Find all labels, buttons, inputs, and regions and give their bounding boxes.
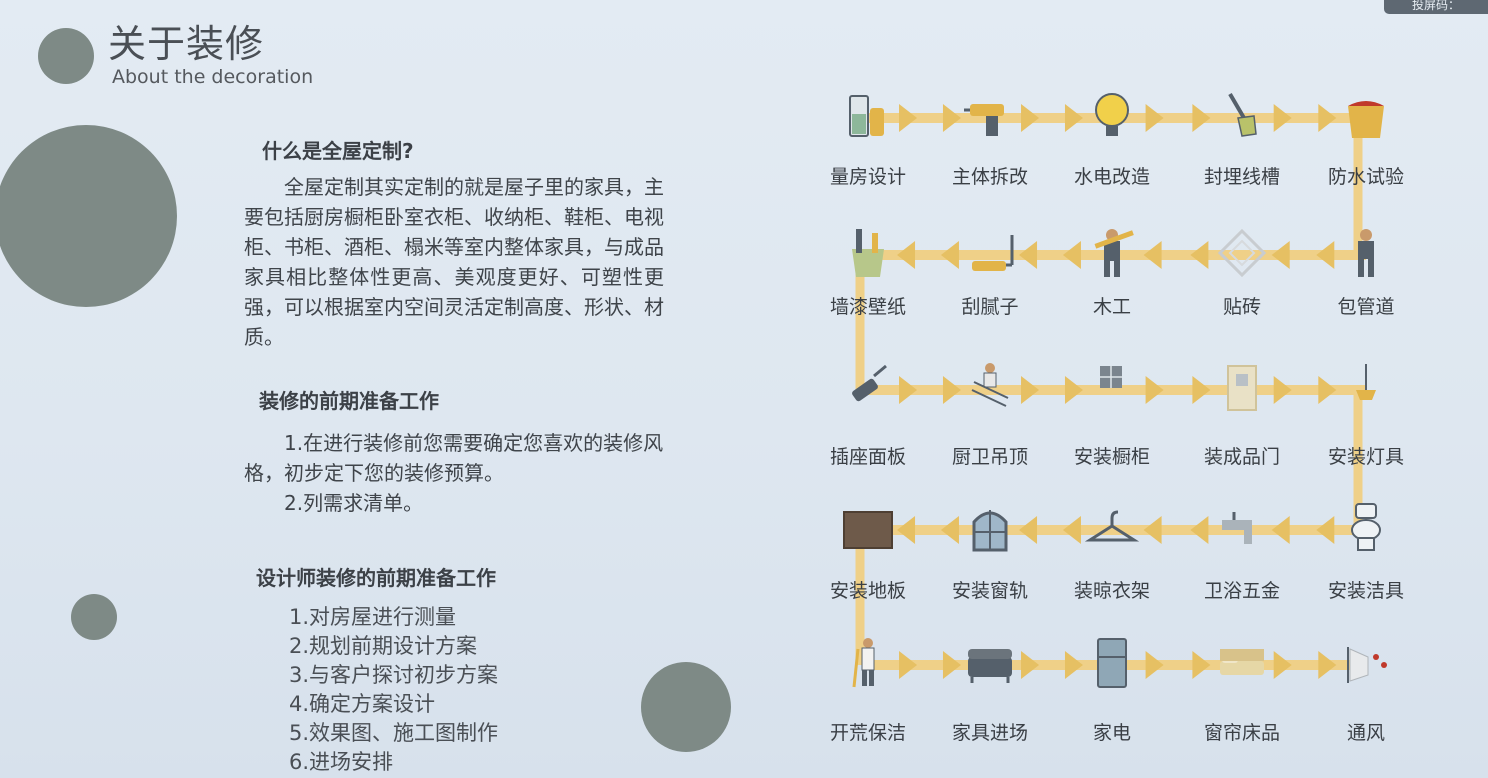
fridge-icon <box>1084 635 1140 691</box>
flow-step-label: 量房设计 <box>829 166 906 188</box>
arrow-left-icon <box>1143 241 1162 269</box>
carpenter-icon <box>1084 225 1140 281</box>
flow-step-label: 贴砖 <box>1222 296 1261 318</box>
window-icon <box>962 500 1018 556</box>
measuring-bottles-icon <box>840 88 896 144</box>
arrow-right-icon <box>1318 104 1337 132</box>
flow-step-label: 安装窗轨 <box>951 580 1028 602</box>
arrow-right-icon <box>899 651 918 679</box>
flow-step-label: 安装洁具 <box>1327 580 1404 602</box>
flow-step-label: 窗帘床品 <box>1203 722 1280 744</box>
arrow-right-icon <box>1064 104 1083 132</box>
door-icon <box>1214 360 1270 416</box>
arrow-left-icon <box>1316 516 1335 544</box>
flow-step-label: 家电 <box>1092 722 1131 744</box>
floor-board-icon <box>840 500 896 556</box>
arrow-left-icon <box>1062 516 1081 544</box>
flow-step-label: 开荒保洁 <box>829 722 906 744</box>
ventilation-icon <box>1338 635 1394 691</box>
arrow-right-icon <box>1192 376 1211 404</box>
flow-step-label: 安装橱柜 <box>1073 446 1150 468</box>
flow-step-label: 刮腻子 <box>961 296 1019 318</box>
flow-step-label: 防水试验 <box>1327 166 1404 188</box>
arrow-right-icon <box>1273 104 1292 132</box>
faucet-icon <box>1214 500 1270 556</box>
arrow-right-icon <box>942 651 961 679</box>
flow-step-label: 水电改造 <box>1073 166 1150 188</box>
flow-step-label: 卫浴五金 <box>1203 580 1280 602</box>
arrow-right-icon <box>1145 376 1164 404</box>
ladder-worker-icon <box>962 360 1018 416</box>
arrow-left-icon <box>1271 516 1290 544</box>
cabinet-icon <box>1084 360 1140 416</box>
trowel-icon <box>1214 88 1270 144</box>
arrow-right-icon <box>899 376 918 404</box>
arrow-left-icon <box>1019 516 1038 544</box>
paint-bucket-icon <box>1338 88 1394 144</box>
arrow-left-icon <box>897 241 916 269</box>
flow-step-label: 装晾衣架 <box>1073 580 1150 602</box>
hanger-icon <box>1084 500 1140 556</box>
arrow-right-icon <box>1273 376 1292 404</box>
tile-icon <box>1214 225 1270 281</box>
arrow-right-icon <box>1318 651 1337 679</box>
arrow-left-icon <box>940 241 959 269</box>
worker-icon <box>1338 225 1394 281</box>
flow-step-label: 木工 <box>1092 296 1131 318</box>
arrow-right-icon <box>1145 651 1164 679</box>
cleaner-icon <box>840 635 896 691</box>
arrow-right-icon <box>942 376 961 404</box>
arrow-right-icon <box>1318 376 1337 404</box>
flow-step-label: 安装灯具 <box>1327 446 1404 468</box>
arrow-left-icon <box>1316 241 1335 269</box>
flow-step-label: 插座面板 <box>829 446 906 468</box>
lamp-icon <box>1338 360 1394 416</box>
arrow-left-icon <box>1271 241 1290 269</box>
flow-step-label: 通风 <box>1346 722 1385 744</box>
light-bulb-icon <box>1084 88 1140 144</box>
arrow-left-icon <box>1062 241 1081 269</box>
paint-brushes-icon <box>840 225 896 281</box>
arrow-right-icon <box>1064 376 1083 404</box>
flow-step-label: 家具进场 <box>951 722 1028 744</box>
arrow-left-icon <box>1190 241 1209 269</box>
arrow-right-icon <box>1145 104 1164 132</box>
flow-step-label: 主体拆改 <box>951 166 1028 188</box>
arrow-right-icon <box>1192 651 1211 679</box>
arrow-right-icon <box>1021 651 1040 679</box>
toilet-icon <box>1338 500 1394 556</box>
flow-step-label: 封埋线槽 <box>1203 166 1280 188</box>
arrow-left-icon <box>1019 241 1038 269</box>
bed-icon <box>1214 635 1270 691</box>
arrow-left-icon <box>1143 516 1162 544</box>
arrow-left-icon <box>1190 516 1209 544</box>
arrow-right-icon <box>1192 104 1211 132</box>
plug-icon <box>840 360 896 416</box>
flow-step-label: 厨卫吊顶 <box>951 446 1028 468</box>
arrow-right-icon <box>899 104 918 132</box>
drill-icon <box>962 88 1018 144</box>
flow-step-label: 包管道 <box>1337 296 1395 318</box>
arrow-right-icon <box>1021 376 1040 404</box>
sofa-icon <box>962 635 1018 691</box>
arrow-right-icon <box>1021 104 1040 132</box>
arrow-right-icon <box>942 104 961 132</box>
paint-roller-icon <box>962 225 1018 281</box>
arrow-right-icon <box>1273 651 1292 679</box>
flow-step-label: 安装地板 <box>829 580 906 602</box>
arrow-right-icon <box>1064 651 1083 679</box>
arrow-left-icon <box>940 516 959 544</box>
flow-step-label: 装成品门 <box>1203 446 1280 468</box>
flow-step-label: 墙漆壁纸 <box>829 296 906 318</box>
arrow-left-icon <box>897 516 916 544</box>
